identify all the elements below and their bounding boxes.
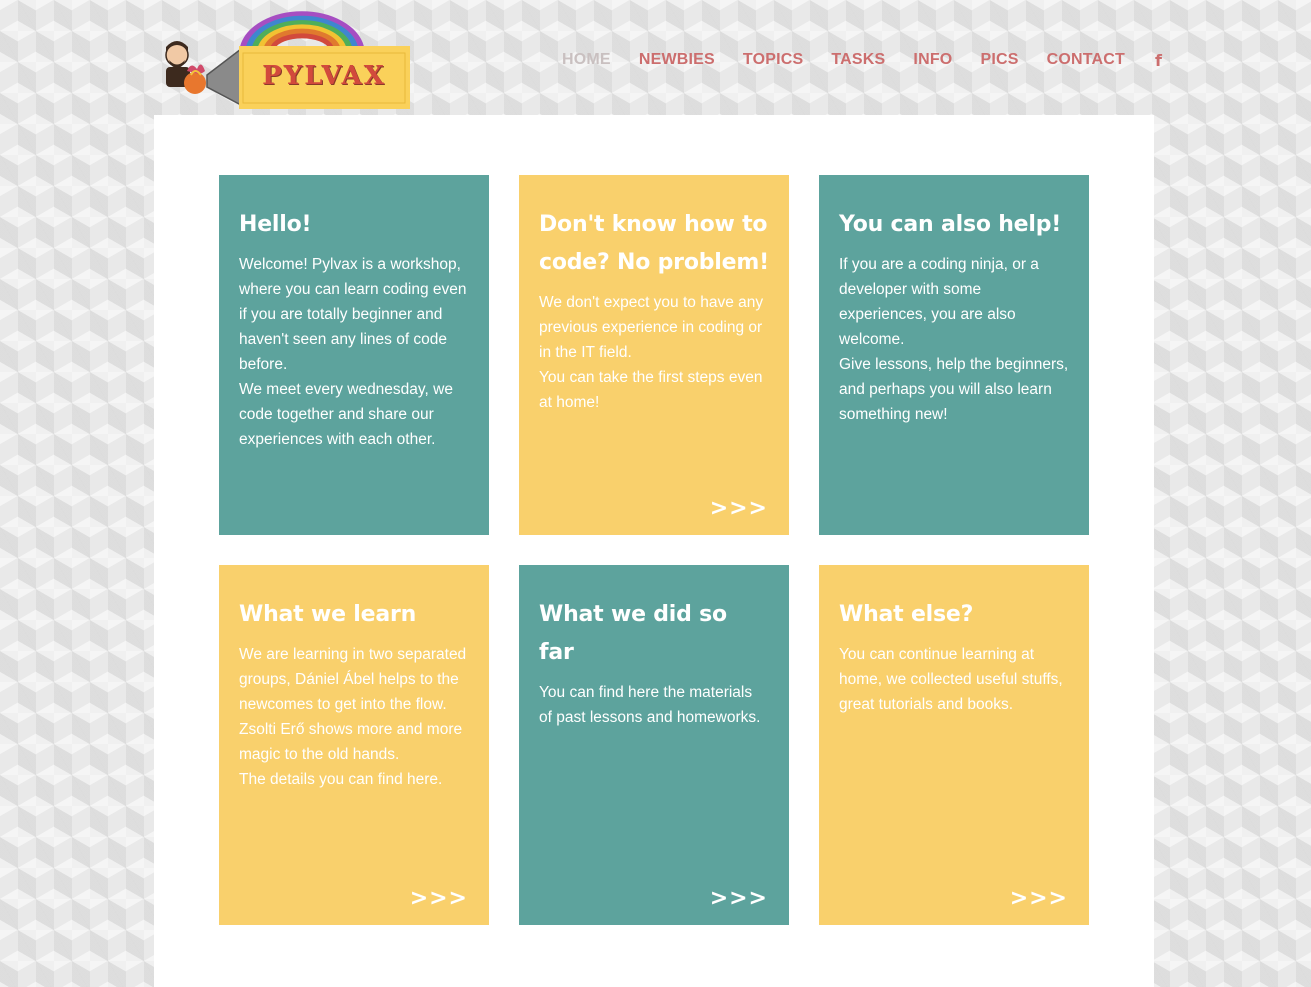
card-what-we-did-so-far[interactable]: What we did so far You can find here the… <box>519 565 789 925</box>
nav-topics[interactable]: TOPICS <box>729 51 817 69</box>
more-link[interactable]: >>> <box>710 886 768 911</box>
more-link[interactable]: >>> <box>710 496 768 521</box>
card-dont-know-how-to-code[interactable]: Don't know how to code? No problem! We d… <box>519 175 789 535</box>
facebook-icon[interactable]: f <box>1139 51 1162 70</box>
nav-tasks[interactable]: TASKS <box>817 51 899 69</box>
more-link[interactable]: >>> <box>1010 886 1068 911</box>
card-paragraph: Zsolti Erő shows more and more magic to … <box>239 721 463 763</box>
card-title: What we learn <box>239 602 417 627</box>
nav-newbies[interactable]: NEWBIES <box>625 51 729 69</box>
card-body: We are learning in two separated groups,… <box>239 642 469 792</box>
logo-wordmark: PYLVAX <box>262 61 386 91</box>
card-paragraph: Welcome! Pylvax is a workshop, where you… <box>239 256 467 373</box>
card-body: We don't expect you to have any previous… <box>539 290 769 415</box>
card-body: You can continue learning at home, we co… <box>839 642 1069 717</box>
card-what-else[interactable]: What else? You can continue learning at … <box>819 565 1089 925</box>
card-body: Welcome! Pylvax is a workshop, where you… <box>239 252 469 452</box>
card-title: You can also help! <box>839 212 1062 237</box>
main-content: Hello! Welcome! Pylvax is a workshop, wh… <box>154 115 1154 987</box>
card-paragraph: Give lessons, help the beginners, and pe… <box>839 356 1069 423</box>
card-what-we-learn[interactable]: What we learn We are learning in two sep… <box>219 565 489 925</box>
card-grid: Hello! Welcome! Pylvax is a workshop, wh… <box>219 175 1089 925</box>
card-title: Don't know how to code? No problem! <box>539 212 769 275</box>
pylvax-logo-image <box>165 11 410 109</box>
main-nav: HOME NEWBIES TOPICS TASKS INFO PICS CONT… <box>548 44 1162 76</box>
card-paragraph: We are learning in two separated groups,… <box>239 646 467 713</box>
card-paragraph: You can find here the materials of past … <box>539 684 761 726</box>
card-paragraph: You can take the first steps even at hom… <box>539 369 763 411</box>
card-paragraph: If you are a coding ninja, or a develope… <box>839 256 1039 348</box>
more-link[interactable]: >>> <box>410 886 468 911</box>
card-you-can-also-help[interactable]: You can also help! If you are a coding n… <box>819 175 1089 535</box>
card-paragraph: You can continue learning at home, we co… <box>839 646 1063 713</box>
site-logo[interactable]: PYLVAX <box>157 5 413 111</box>
card-title: What we did so far <box>539 602 727 665</box>
nav-pics[interactable]: PICS <box>966 51 1032 69</box>
nav-contact[interactable]: CONTACT <box>1033 51 1139 69</box>
card-paragraph: We don't expect you to have any previous… <box>539 294 764 361</box>
card-title: What else? <box>839 602 974 627</box>
nav-home[interactable]: HOME <box>548 51 625 69</box>
card-body: If you are a coding ninja, or a develope… <box>839 252 1069 427</box>
card-paragraph: We meet every wednesday, we code togethe… <box>239 381 453 448</box>
card-paragraph: The details you can find here. <box>239 771 443 788</box>
nav-info[interactable]: INFO <box>899 51 966 69</box>
card-hello[interactable]: Hello! Welcome! Pylvax is a workshop, wh… <box>219 175 489 535</box>
card-body: You can find here the materials of past … <box>539 680 769 730</box>
card-title: Hello! <box>239 212 312 237</box>
